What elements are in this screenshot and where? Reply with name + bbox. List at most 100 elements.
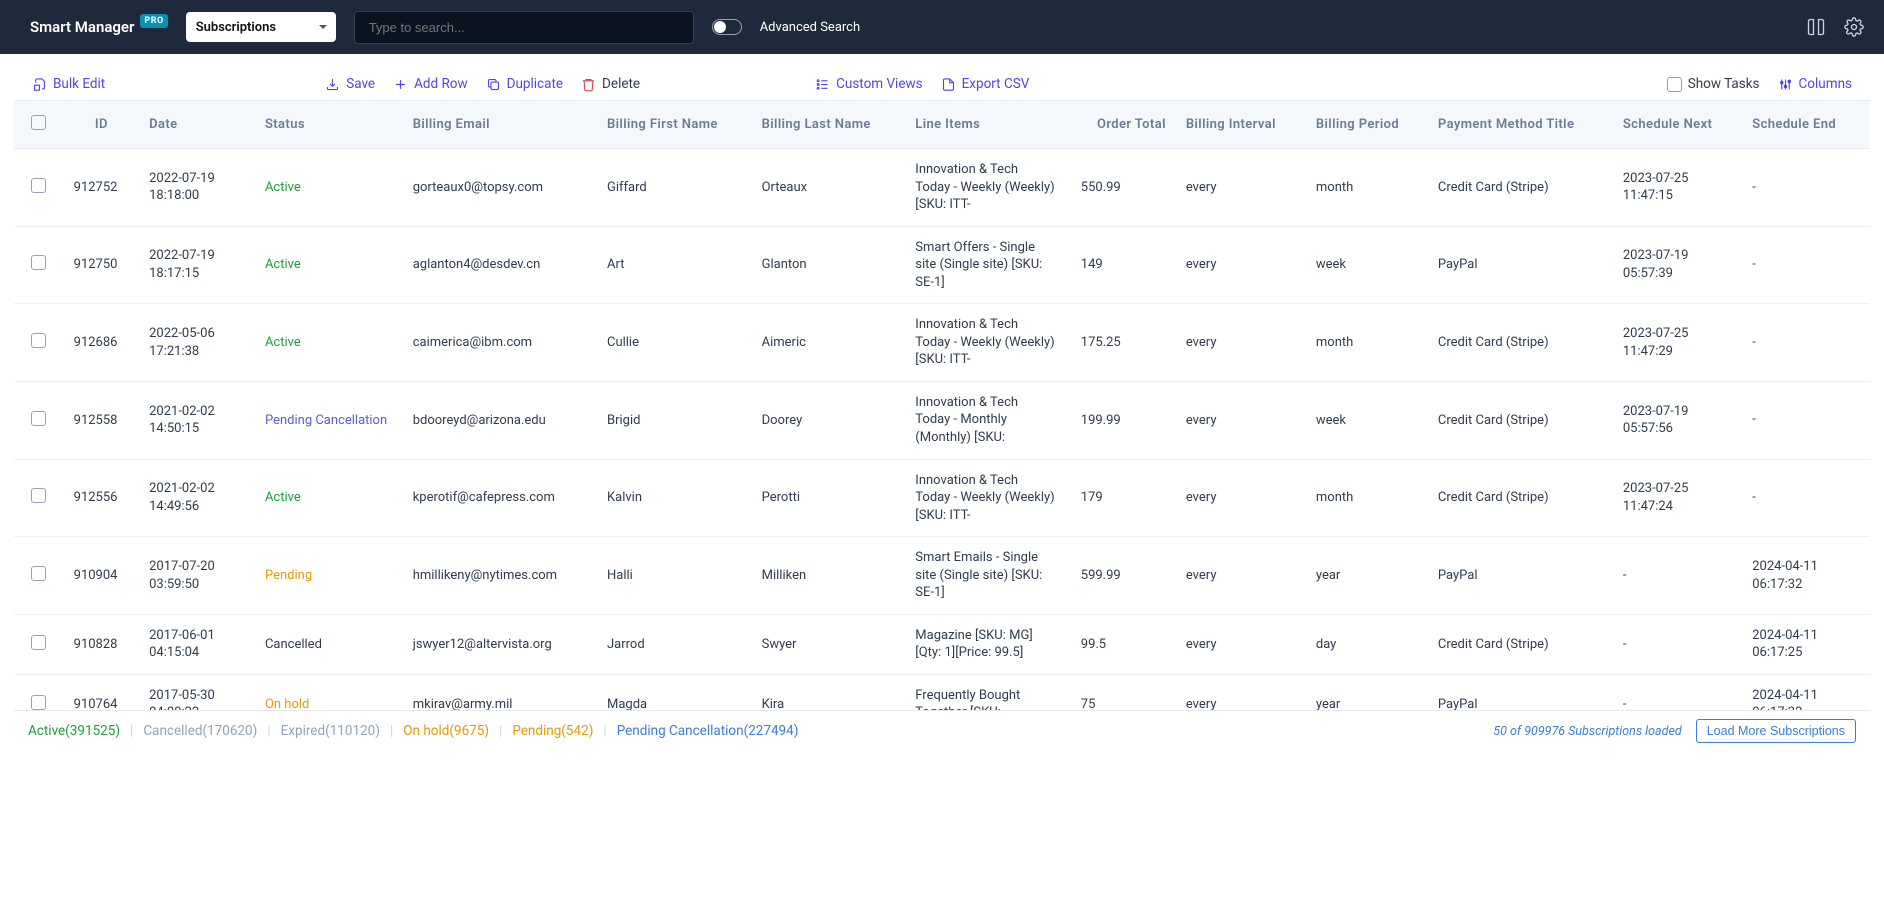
col-schedule-end[interactable]: Schedule End: [1742, 101, 1870, 149]
cell-interval: every: [1176, 459, 1306, 537]
show-tasks-toggle[interactable]: Show Tasks: [1667, 76, 1760, 92]
col-line-items[interactable]: Line Items: [905, 101, 1070, 149]
export-csv-button[interactable]: Export CSV: [941, 76, 1030, 92]
stat-pending[interactable]: Pending(542): [512, 723, 593, 739]
cell-period: month: [1306, 149, 1428, 227]
col-email[interactable]: Billing Email: [403, 101, 597, 149]
cell-items: Magazine [SKU: MG][Qty: 1][Price: 99.5]: [905, 614, 1070, 674]
col-interval[interactable]: Billing Interval: [1176, 101, 1306, 149]
settings-icon[interactable]: [1844, 17, 1864, 37]
col-schedule-next[interactable]: Schedule Next: [1613, 101, 1742, 149]
table-row[interactable]: 9125582021-02-0214:50:15Pending Cancella…: [14, 381, 1870, 459]
stat-expired[interactable]: Expired(110120): [281, 723, 380, 739]
col-last-name[interactable]: Billing Last Name: [752, 101, 906, 149]
brand-name: Smart Manager: [30, 18, 134, 36]
cell-total: 179: [1071, 459, 1176, 537]
advanced-search-toggle[interactable]: [712, 19, 742, 35]
row-checkbox[interactable]: [31, 255, 46, 270]
cell-date: 2017-05-3004:08:22: [139, 674, 255, 710]
stat-active[interactable]: Active(391525): [28, 723, 120, 739]
cell-items: Smart Offers - Single site (Single site)…: [905, 226, 1070, 304]
delete-button[interactable]: Delete: [581, 76, 640, 92]
add-row-button[interactable]: Add Row: [393, 76, 468, 92]
cell-total: 599.99: [1071, 537, 1176, 615]
col-first-name[interactable]: Billing First Name: [597, 101, 752, 149]
cell-status: Active: [255, 226, 403, 304]
entity-select-value: Subscriptions: [196, 20, 276, 35]
brand: Smart Manager PRO: [30, 18, 168, 36]
col-payment[interactable]: Payment Method Title: [1428, 101, 1613, 149]
table-row[interactable]: 9127522022-07-1918:18:00Activegorteaux0@…: [14, 149, 1870, 227]
duplicate-button[interactable]: Duplicate: [486, 76, 563, 92]
cell-payment: Credit Card (Stripe): [1428, 614, 1613, 674]
show-tasks-checkbox[interactable]: [1667, 77, 1682, 92]
cell-interval: every: [1176, 537, 1306, 615]
save-button[interactable]: Save: [325, 76, 375, 92]
add-row-label: Add Row: [414, 76, 468, 92]
entity-select[interactable]: Subscriptions: [186, 12, 336, 42]
table-row[interactable]: 9107642017-05-3004:08:22On holdmkirav@ar…: [14, 674, 1870, 710]
load-more-button[interactable]: Load More Subscriptions: [1696, 719, 1856, 743]
duplicate-label: Duplicate: [507, 76, 563, 92]
row-checkbox[interactable]: [31, 178, 46, 193]
stat-cancelled[interactable]: Cancelled(170620): [143, 723, 257, 739]
table-row[interactable]: 9108282017-06-0104:15:04Cancelledjswyer1…: [14, 614, 1870, 674]
cell-email: jswyer12@altervista.org: [403, 614, 597, 674]
status-bar: Active(391525) | Cancelled(170620) | Exp…: [14, 710, 1870, 751]
col-date[interactable]: Date: [139, 101, 255, 149]
cell-status: Active: [255, 149, 403, 227]
row-checkbox[interactable]: [31, 333, 46, 348]
cell-period: day: [1306, 614, 1428, 674]
col-period[interactable]: Billing Period: [1306, 101, 1428, 149]
search-input-wrap[interactable]: [354, 11, 694, 44]
cell-last: Swyer: [752, 614, 906, 674]
row-checkbox[interactable]: [31, 635, 46, 650]
toolbar: Bulk Edit Save Add Row Duplicate Delete: [14, 68, 1870, 100]
columns-button[interactable]: Columns: [1778, 76, 1852, 92]
cell-last: Milliken: [752, 537, 906, 615]
stat-pending-cancellation[interactable]: Pending Cancellation(227494): [617, 723, 799, 739]
row-checkbox[interactable]: [31, 566, 46, 581]
table-row[interactable]: 9127502022-07-1918:17:15Activeaglanton4@…: [14, 226, 1870, 304]
cell-items: Innovation & Tech Today - Monthly (Month…: [905, 381, 1070, 459]
cell-id: 910828: [64, 614, 139, 674]
cell-schedule-next: 2023-07-2511:47:15: [1613, 149, 1742, 227]
stat-onhold[interactable]: On hold(9675): [403, 723, 489, 739]
docs-icon[interactable]: [1806, 17, 1826, 37]
col-total[interactable]: Order Total: [1071, 101, 1176, 149]
col-id[interactable]: ID: [64, 101, 139, 149]
row-checkbox[interactable]: [31, 695, 46, 710]
cell-last: Glanton: [752, 226, 906, 304]
table-row[interactable]: 9109042017-07-2003:59:50Pendinghmilliken…: [14, 537, 1870, 615]
custom-views-button[interactable]: Custom Views: [815, 76, 923, 92]
delete-label: Delete: [602, 76, 640, 92]
cell-payment: PayPal: [1428, 537, 1613, 615]
columns-label: Columns: [1799, 76, 1852, 92]
cell-first: Cullie: [597, 304, 752, 382]
cell-date: 2022-05-0617:21:38: [139, 304, 255, 382]
cell-last: Doorey: [752, 381, 906, 459]
cell-id: 910764: [64, 674, 139, 710]
search-input[interactable]: [367, 19, 681, 36]
cell-payment: Credit Card (Stripe): [1428, 381, 1613, 459]
row-checkbox[interactable]: [31, 488, 46, 503]
cell-payment: PayPal: [1428, 226, 1613, 304]
cell-last: Aimeric: [752, 304, 906, 382]
cell-last: Kira: [752, 674, 906, 710]
cell-email: aglanton4@desdev.cn: [403, 226, 597, 304]
select-all-checkbox[interactable]: [31, 115, 46, 130]
cell-schedule-next: -: [1613, 537, 1742, 615]
table-row[interactable]: 9125562021-02-0214:49:56Activekperotif@c…: [14, 459, 1870, 537]
col-select[interactable]: [14, 101, 64, 149]
cell-schedule-end: -: [1742, 226, 1870, 304]
table-row[interactable]: 9126862022-05-0617:21:38Activecaimerica@…: [14, 304, 1870, 382]
col-status[interactable]: Status: [255, 101, 403, 149]
cell-date: 2021-02-0214:49:56: [139, 459, 255, 537]
cell-interval: every: [1176, 614, 1306, 674]
cell-first: Giffard: [597, 149, 752, 227]
row-checkbox[interactable]: [31, 411, 46, 426]
cell-schedule-end: -: [1742, 381, 1870, 459]
cell-id: 910904: [64, 537, 139, 615]
bulk-edit-button[interactable]: Bulk Edit: [32, 76, 105, 92]
table-scroll[interactable]: ID Date Status Billing Email Billing Fir…: [14, 100, 1870, 710]
